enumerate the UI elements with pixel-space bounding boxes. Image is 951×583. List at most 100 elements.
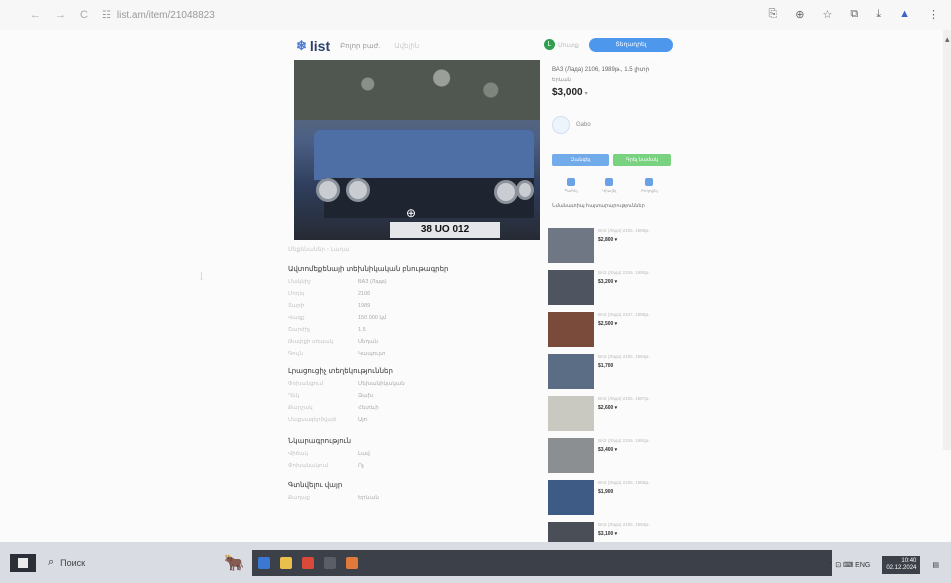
taskbar-app-icon[interactable]	[323, 556, 336, 569]
spec-key: Շարժիչ	[288, 327, 311, 333]
message-button[interactable]: Գրել նամակ	[613, 154, 671, 166]
spec-row: Թափքի տեսակ Սեդան	[288, 339, 538, 345]
share-action[interactable]: Կիսվել	[602, 178, 616, 193]
clock-date: 02.12.2024	[886, 565, 917, 571]
similar-title-text[interactable]: ВАЗ (Лада) 2106, 1984թ.	[598, 354, 650, 360]
spec-row: Վիճակ Լավ	[288, 451, 538, 457]
similar-title-text[interactable]: ВАЗ (Лада) 2106, 1990թ.	[598, 270, 650, 276]
tray-icons[interactable]: ⌃ ⊡ ⌨ ENG	[828, 561, 871, 569]
toolbar-icons: ⎘ ⊕ ☆ ⧉ ⤓ ▲ ⋮	[768, 8, 939, 21]
zoom-icon[interactable]: ⊕	[406, 206, 416, 220]
similar-item[interactable]: ВАЗ (Лада) 2106, 1988թ. $2,800 ▾	[548, 228, 678, 263]
similar-title-text[interactable]: ВАЗ (Лада) 2106, 1987թ.	[598, 396, 650, 402]
listing-photo[interactable]: 38 UO 012 ⊕	[294, 60, 540, 240]
similar-title-text[interactable]: ВАЗ (Лада) 2106, 1991թ.	[598, 438, 650, 444]
translate-icon[interactable]: ⎘	[768, 8, 777, 21]
taskbar-app-icon[interactable]	[301, 556, 314, 569]
save-action[interactable]: Պահել	[564, 178, 578, 193]
site-logo[interactable]: ❄ list	[296, 38, 330, 54]
similar-item[interactable]: ВАЗ (Лада) 2106, 1987թ. $2,600 ▾	[548, 396, 678, 431]
spec-value: Կապույտ	[358, 351, 386, 357]
headlamp	[516, 180, 534, 200]
site-info-icon[interactable]: ☷	[102, 10, 111, 21]
similar-title: Նմանատիպ հայտարարություններ	[552, 203, 645, 209]
taskbar-search[interactable]: ⌕ Поиск	[48, 548, 208, 578]
similar-text: ВАЗ (Лада) 2106, 1990թ. $3,200 ▾	[598, 270, 650, 305]
spec-key: Փոխանցում	[288, 381, 324, 387]
seller-card[interactable]: Gabo	[552, 116, 682, 134]
breadcrumb[interactable]: Մեքենաներ › Լադա	[288, 246, 538, 253]
seller-name[interactable]: Gabo	[576, 122, 591, 128]
start-button[interactable]	[10, 553, 36, 572]
zoom-icon[interactable]: ⊕	[795, 8, 804, 21]
logo-text: list	[309, 38, 331, 54]
similar-thumbnail[interactable]	[548, 396, 594, 431]
similar-thumbnail[interactable]	[548, 480, 594, 515]
similar-item[interactable]: ВАЗ (Лада) 2106, 1986թ. $1,900	[548, 480, 678, 515]
report-action[interactable]: Բողոքել	[641, 178, 658, 193]
nav-categories-link[interactable]: Բոլոր բաժ.	[340, 42, 380, 50]
similar-thumbnail[interactable]	[548, 228, 594, 263]
similar-title-text[interactable]: ВАЗ (Лада) 2106, 1988թ.	[598, 228, 650, 234]
login-link[interactable]: Մուտք	[558, 42, 579, 49]
taskbar-app-icon[interactable]	[345, 556, 358, 569]
back-icon[interactable]: ←	[30, 9, 41, 21]
listing-title: ВАЗ (Лада) 2106, 1989թ., 1.5 լիտր	[552, 67, 650, 73]
spec-key: Քարշակ	[288, 405, 313, 411]
similar-thumbnail[interactable]	[548, 354, 594, 389]
specs-list: Մակնիշ ВАЗ (Лада) Մոդել 2106 Տարի 1989 Վազք 150…	[288, 279, 538, 357]
similar-text: ВАЗ (Лада) 2106, 1986թ. $1,900	[598, 480, 650, 515]
scroll-arrow-icon[interactable]: ▴	[945, 34, 951, 44]
scrollbar[interactable]: ▴	[943, 30, 951, 450]
similar-text: ВАЗ (Лада) 2106, 1987թ. $2,600 ▾	[598, 396, 650, 431]
download-icon[interactable]: ⤓	[876, 8, 881, 21]
similar-thumbnail[interactable]	[548, 312, 594, 347]
url-text[interactable]: list.am/item/21048823	[117, 10, 215, 21]
similar-title-text[interactable]: ВАЗ (Лада) 2107, 1995թ.	[598, 312, 650, 318]
clock-time: 10:40	[901, 558, 917, 564]
flag-icon	[645, 178, 654, 186]
notification-icon[interactable]: ▤	[932, 561, 939, 569]
spec-row: Վազք 150 000 կմ	[288, 315, 538, 321]
spec-key: Մոդել	[288, 291, 305, 297]
similar-price: $2,600 ▾	[598, 405, 618, 411]
spec-value: 1.5	[358, 327, 366, 333]
spec-key: Վիճակ	[288, 451, 308, 457]
similar-thumbnail[interactable]	[548, 270, 594, 305]
similar-item[interactable]: ВАЗ (Лада) 2106, 1991թ. $3,400 ▾	[548, 438, 678, 473]
clock[interactable]: 10:40 02.12.2024	[882, 556, 921, 574]
similar-item[interactable]: ВАЗ (Лада) 2106, 1990թ. $3,200 ▾	[548, 270, 678, 305]
taskbar-apps	[251, 549, 832, 576]
similar-item[interactable]: ВАЗ (Лада) 2106, 1984թ. $1,700	[548, 354, 678, 389]
headlamp	[316, 178, 340, 202]
snowflake-icon: ❄	[296, 38, 307, 53]
call-button[interactable]: Զանգել	[552, 154, 609, 166]
currency-dropdown-icon[interactable]: ▾	[585, 91, 588, 97]
post-ad-button[interactable]: Տեղադրել հայտարարություն	[589, 38, 673, 62]
taskbar: ⌕ Поиск 🐂 ⌃ ⊡ ⌨ ENG 10:40 02.12.2024 ▤	[0, 542, 951, 583]
similar-title-text[interactable]: ВАЗ (Лада) 2106, 1986թ.	[598, 480, 650, 486]
user-avatar[interactable]: L	[544, 39, 555, 50]
search-icon: ⌕	[48, 556, 55, 568]
similar-item[interactable]: ВАЗ (Лада) 2107, 1995թ. $2,500 ▾	[548, 312, 678, 347]
extensions-icon[interactable]: ⧉	[850, 8, 858, 21]
seller-avatar[interactable]	[552, 116, 570, 134]
similar-title-text[interactable]: ВАЗ (Лада) 2106, 1993թ.	[598, 522, 650, 528]
address-bar[interactable]: ☷ list.am/item/21048823	[102, 10, 215, 21]
forward-icon[interactable]: →	[55, 9, 66, 21]
reload-icon[interactable]: C	[80, 9, 88, 21]
profile-icon[interactable]: ▲	[899, 8, 910, 21]
similar-thumbnail[interactable]	[548, 438, 594, 473]
menu-icon[interactable]: ⋮	[928, 8, 939, 21]
star-icon[interactable]: ☆	[823, 8, 833, 21]
spec-key: Փոխանակում	[288, 463, 329, 469]
spec-row: Փոխանակում Ոչ	[288, 463, 538, 469]
taskbar-app-icon[interactable]	[279, 556, 292, 569]
taskbar-app-icon[interactable]	[257, 556, 270, 569]
contact-buttons: Զանգել Գրել նամակ	[552, 154, 682, 166]
share-label: Կիսվել	[602, 188, 617, 193]
spec-value: Մեխանիկական	[358, 381, 405, 387]
search-placeholder[interactable]: Поиск	[60, 558, 85, 568]
spec-key: Տարի	[288, 303, 305, 309]
nav-more-link[interactable]: Ավելին	[394, 42, 419, 50]
